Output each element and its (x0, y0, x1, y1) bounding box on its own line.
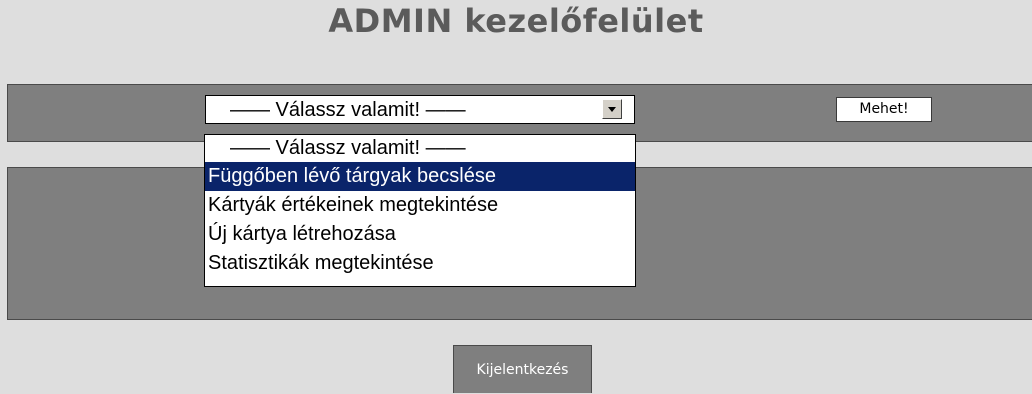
dropdown-option-placeholder[interactable]: —— Válassz valamit! —— (205, 135, 635, 162)
menu-dropdown-list: —— Válassz valamit! —— Függőben lévő tár… (204, 134, 636, 287)
chevron-down-icon[interactable] (602, 99, 622, 119)
page-title: ADMIN kezelőfelület (328, 2, 704, 40)
dropdown-option-pending-items[interactable]: Függőben lévő tárgyak becslése (205, 162, 635, 191)
dropdown-option-statistics[interactable]: Statisztikák megtekintése (205, 249, 635, 278)
dropdown-option-card-values[interactable]: Kártyák értékeinek megtekintése (205, 191, 635, 220)
menu-select-value: —— Válassz valamit! —— (230, 99, 466, 121)
menu-select[interactable]: —— Válassz valamit! —— (205, 95, 635, 124)
dropdown-option-new-card[interactable]: Új kártya létrehozása (205, 220, 635, 249)
go-button[interactable]: Mehet! (836, 97, 932, 122)
logout-button[interactable]: Kijelentkezés (453, 345, 592, 393)
